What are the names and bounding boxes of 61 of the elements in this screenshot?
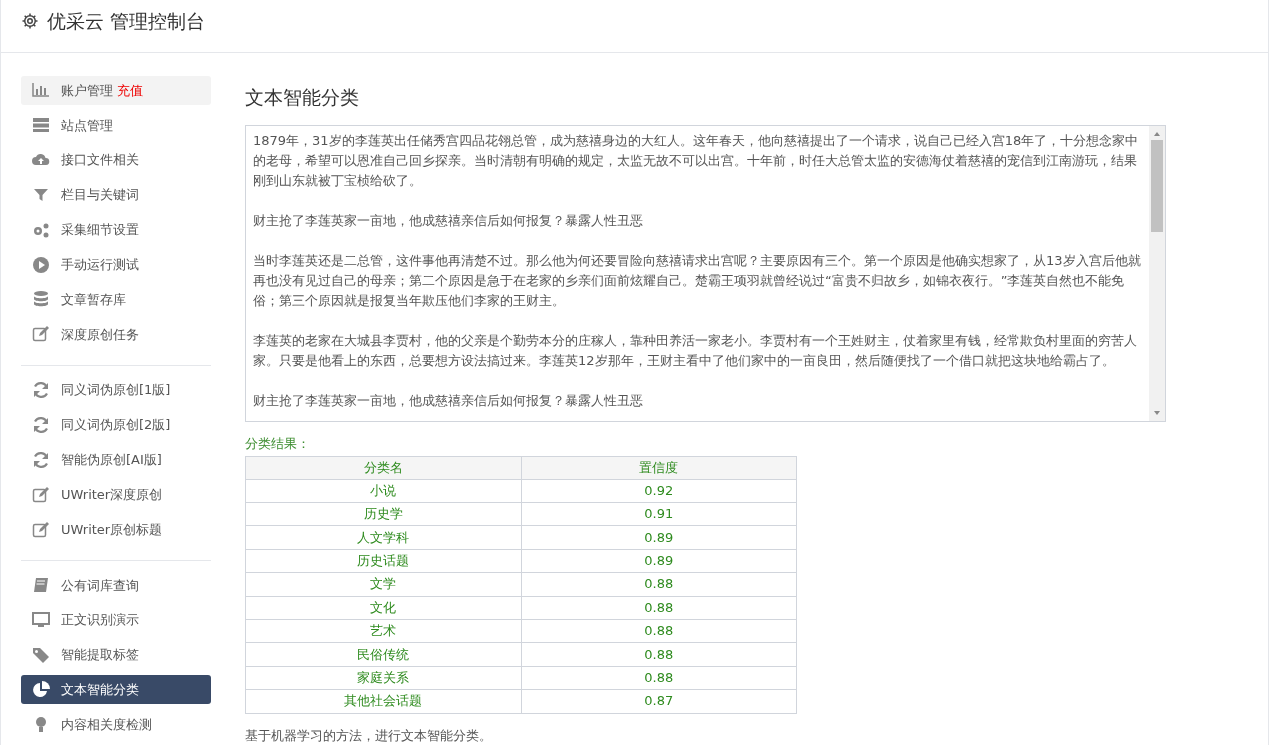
column-header: 置信度 [521,456,797,480]
table-cell: 0.89 [521,525,797,550]
table-cell: 0.88 [521,572,797,597]
footnote: 基于机器学习的方法，进行文本智能分类。 [245,726,493,745]
play-icon [31,254,51,275]
sidebar-item[interactable]: 公有词库查询 [21,570,211,600]
table-cell: 0.92 [521,479,797,503]
sidebar-item[interactable]: 深度原创任务 [21,319,211,349]
table-cell: 民俗传统 [245,642,521,667]
sidebar-item[interactable]: 同义词伪原创[1版] [21,375,211,405]
text-paragraph: 李莲英的老家在大城县李贾村，他的父亲是个勤劳本分的庄稼人，靠种田养活一家老小。李贾村有一个王姓财主，仗着家里有钱，经常欺负村里面的穷苦人家。只要是他看上的东西，总要想方设法搞过来。李莲英12岁那年，王财主看中了他们家中的一亩良田，然后随便找了一个借口就把这块地给霸占了。 [253,331,1138,370]
refresh-icon [31,415,51,435]
scrollbar[interactable] [1149,125,1165,422]
sidebar-item[interactable]: 正文识别演示 [21,605,211,635]
sidebar-item[interactable]: 接口文件相关 [21,145,211,175]
edit-icon [31,484,51,505]
refresh-icon [31,449,51,470]
table-cell: 家庭关系 [245,666,521,690]
sidebar-item[interactable]: 文本智能分类 [21,675,211,705]
table-cell: 小说 [245,479,521,503]
page-title: 文本智能分类 [245,85,360,110]
sidebar-item[interactable]: 同义词伪原创[2版] [21,410,211,440]
table-cell: 文学 [245,572,521,597]
table-cell: 艺术 [245,619,521,643]
column-header: 分类名 [245,456,521,480]
table-cell: 0.91 [521,502,797,526]
table-cell: 0.88 [521,596,797,620]
table-cell: 其他社会话题 [245,689,521,713]
table-cell: 文化 [245,596,521,620]
table-cell: 历史学 [245,502,521,526]
sidebar-item[interactable]: 文章暂存库 [21,285,211,314]
text-paragraph: 财主抢了李莲英家一亩地，他成慈禧亲信后如何报复？暴露人性丑恶 [253,391,644,410]
table-cell: 0.89 [521,549,797,573]
table-cell: 0.88 [521,619,797,643]
sidebar-item[interactable]: 站点管理 [21,110,211,140]
table-cell: 人文学科 [245,525,521,550]
table-cell: 0.87 [521,689,797,713]
sidebar-item[interactable]: 栏目与关键词 [21,180,211,210]
sidebar-item[interactable]: 智能提取标签 [21,640,211,670]
text-paragraph: 1879年，31岁的李莲英出任储秀宫四品花翎总管，成为慈禧身边的大红人。这年春天，他向慈禧提出了一个请求，说自己已经入宫18年了，十分想念家中的老母，希望可以恩准自己回乡探亲。当时清朝有明确的规定，太监无故不可以出宫。十年前，时任大总管太监的安德海仗着慈禧的宠信到江南游玩，结果刚到山东就被丁宝桢给砍了。 [253,131,1140,190]
text-area[interactable] [245,124,1166,423]
sidebar-item[interactable]: 智能伪原创[AI版] [21,445,211,475]
refresh-icon [31,380,51,401]
scroll-thumb[interactable] [1151,139,1163,232]
settings-icon [21,12,39,30]
sidebar-item[interactable]: UWriter深度原创 [21,480,211,510]
edit-icon [31,519,51,540]
text-paragraph: 财主抢了李莲英家一亩地，他成慈禧亲信后如何报复？暴露人性丑恶 [253,211,644,230]
tag-icon [31,645,51,665]
sidebar-item[interactable]: 采集细节设置 [21,215,211,245]
sidebar-item[interactable]: 手动运行测试 [21,250,211,280]
sidebar-item[interactable]: UWriter原创标题 [21,515,211,544]
result-label: 分类结果： [245,435,311,454]
table-cell: 0.88 [521,666,797,690]
text-paragraph: 当时李莲英还是二总管，这件事他再清楚不过。那么他为何还要冒险向慈禧请求出宫呢？主要原因有三个。第一个原因是他确实想家了，从13岁入宫后他就再也没有见过自己的母亲；第二个原因是急于在老家的乡亲们面前炫耀自己。楚霸王项羽就曾经说过“富贵不归故乡，如锦衣夜行。”李莲英自然也不能免俗；第三个原因就是报复当年欺压他们李家的王财主。 [253,251,1142,310]
table-cell: 历史话题 [245,549,521,573]
sidebar-item[interactable]: 账户管理 充值 [21,76,211,105]
pie-chart-icon [31,679,51,700]
table-cell: 0.88 [521,642,797,667]
sidebar-item[interactable]: 内容相关度检测 [21,710,211,740]
app-title: 优采云 管理控制台 [47,8,206,34]
